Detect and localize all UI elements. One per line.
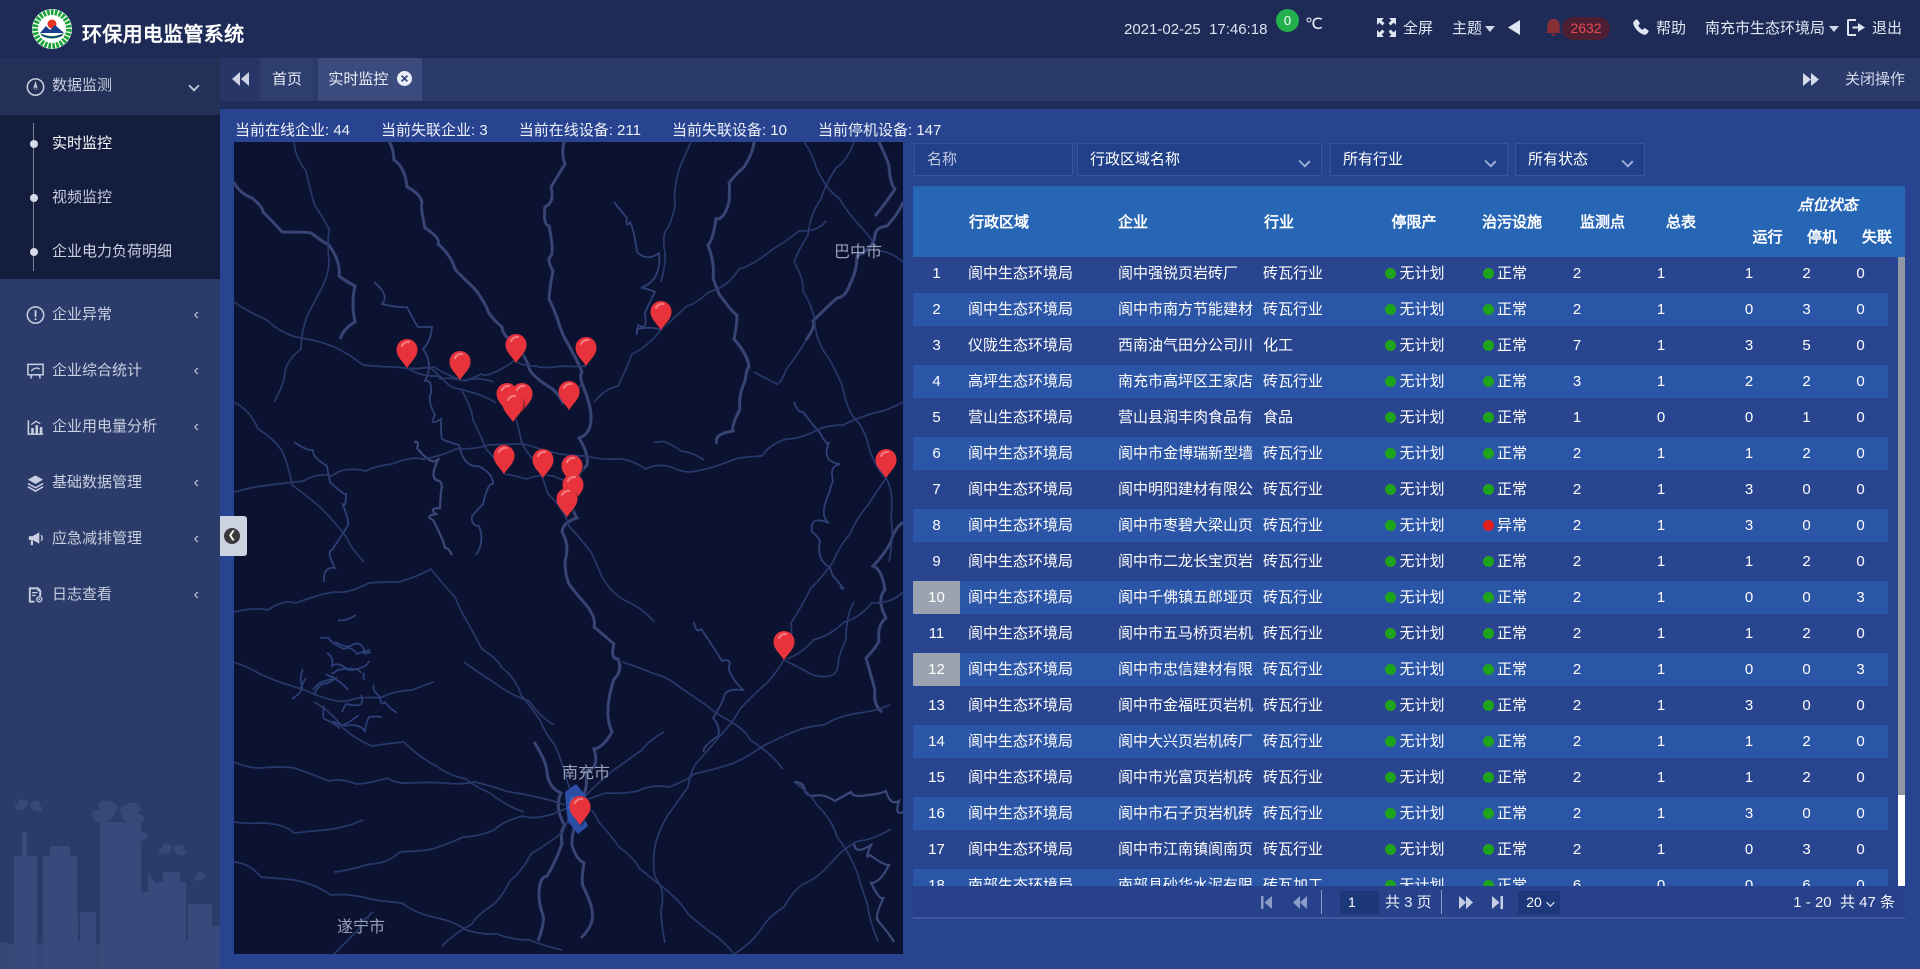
svg-text:巴中市: 巴中市	[834, 243, 882, 261]
svg-text:南充市: 南充市	[562, 764, 610, 782]
svg-text:遂宁市: 遂宁市	[337, 918, 385, 936]
